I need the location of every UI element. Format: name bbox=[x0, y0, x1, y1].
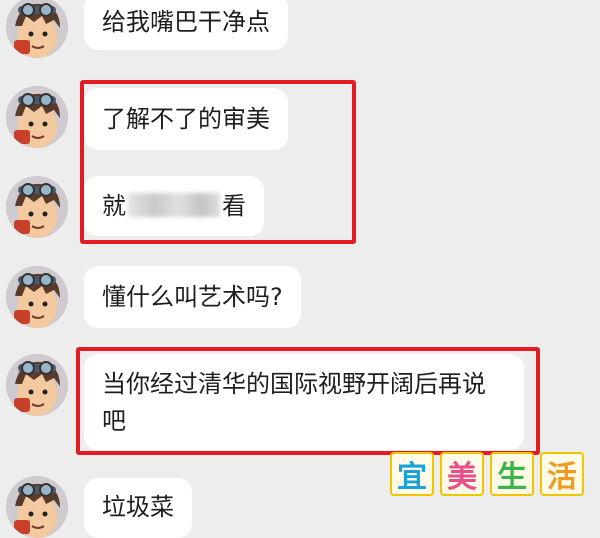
watermark-char: 活 bbox=[540, 452, 584, 496]
message-bubble[interactable]: 垃圾菜 bbox=[84, 478, 192, 538]
avatar[interactable] bbox=[6, 86, 68, 148]
message-text: 就 bbox=[102, 192, 126, 220]
message-bubble[interactable]: 给我嘴巴干净点 bbox=[84, 0, 288, 50]
avatar[interactable] bbox=[6, 354, 68, 416]
message-text: 了解不了的审美 bbox=[102, 105, 270, 133]
blurred-text-redaction bbox=[128, 193, 220, 217]
avatar[interactable] bbox=[6, 476, 68, 538]
avatar[interactable] bbox=[6, 176, 68, 238]
message-text: 垃圾菜 bbox=[102, 493, 174, 521]
message-text: 看 bbox=[222, 192, 246, 220]
avatar[interactable] bbox=[6, 0, 68, 58]
message-bubble[interactable]: 懂什么叫艺术吗? bbox=[84, 266, 301, 328]
message-bubble[interactable]: 了解不了的审美 bbox=[84, 88, 288, 150]
message-bubble[interactable]: 当你经过清华的国际视野开阔后再说吧 bbox=[84, 354, 524, 450]
message-text: 懂什么叫艺术吗? bbox=[102, 283, 283, 311]
watermark-char: 美 bbox=[440, 452, 484, 496]
avatar[interactable] bbox=[6, 266, 68, 328]
watermark-char: 生 bbox=[490, 452, 534, 496]
watermark-logo: 宜 美 生 活 bbox=[390, 452, 587, 502]
message-text: 当你经过清华的国际视野开阔后再说吧 bbox=[102, 370, 486, 435]
message-text: 给我嘴巴干净点 bbox=[102, 8, 270, 36]
message-bubble[interactable]: 就看 bbox=[84, 176, 264, 236]
watermark-char: 宜 bbox=[390, 452, 434, 496]
